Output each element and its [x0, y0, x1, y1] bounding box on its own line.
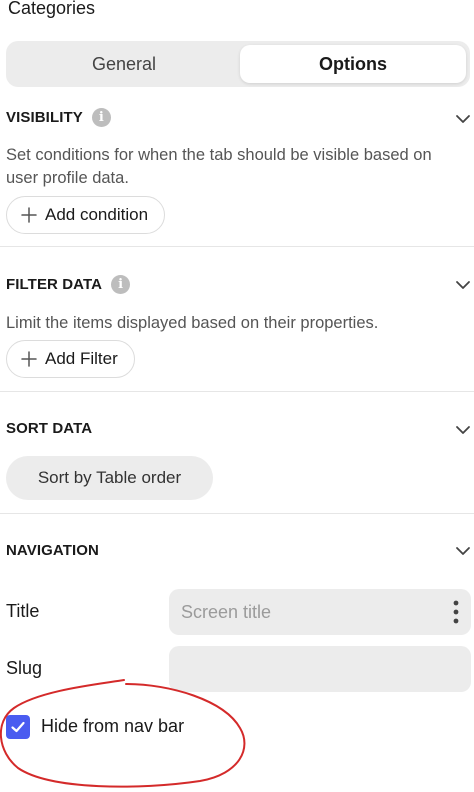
visibility-header[interactable]: VISIBILITY i: [6, 108, 111, 127]
divider: [0, 246, 474, 247]
filter-header[interactable]: FILTER DATA i: [6, 275, 131, 294]
add-filter-button[interactable]: Add Filter: [6, 340, 135, 378]
visibility-description: Set conditions for when the tab should b…: [6, 146, 432, 187]
page-title: Categories: [8, 0, 96, 18]
more-options-icon[interactable]: [453, 600, 459, 624]
filter-heading: FILTER DATA: [6, 276, 103, 293]
chevron-down-icon[interactable]: [455, 277, 471, 293]
hide-from-nav-checkbox[interactable]: [6, 715, 30, 739]
filter-description: Limit the items displayed based on their…: [6, 314, 379, 332]
info-icon[interactable]: i: [111, 275, 131, 294]
hide-from-nav-label[interactable]: Hide from nav bar: [41, 716, 184, 737]
navigation-heading: NAVIGATION: [6, 542, 99, 559]
navigation-header[interactable]: NAVIGATION: [6, 542, 99, 559]
title-placeholder: Screen title: [181, 601, 272, 622]
add-condition-label: Add condition: [45, 205, 149, 224]
tab-general[interactable]: General: [10, 45, 238, 83]
chevron-down-icon[interactable]: [455, 111, 471, 127]
add-filter-label: Add Filter: [45, 349, 118, 368]
chevron-down-icon[interactable]: [455, 422, 471, 438]
info-icon[interactable]: i: [91, 108, 111, 127]
tab-options[interactable]: Options: [240, 45, 466, 83]
sort-header[interactable]: SORT DATA: [6, 420, 92, 437]
plus-icon: [21, 351, 37, 367]
visibility-heading: VISIBILITY: [6, 109, 83, 126]
plus-icon: [21, 207, 37, 223]
title-label: Title: [6, 601, 40, 621]
slug-input[interactable]: [169, 646, 471, 692]
add-condition-button[interactable]: Add condition: [6, 196, 166, 234]
checkmark-icon: [11, 721, 25, 733]
divider: [0, 391, 474, 392]
sort-by-button[interactable]: Sort by Table order: [6, 456, 213, 500]
chevron-down-icon[interactable]: [455, 543, 471, 559]
divider: [0, 513, 474, 514]
sort-heading: SORT DATA: [6, 420, 93, 437]
slug-label: Slug: [6, 658, 43, 678]
tab-switcher: General Options: [6, 41, 470, 87]
title-input[interactable]: Screen title: [169, 589, 471, 635]
